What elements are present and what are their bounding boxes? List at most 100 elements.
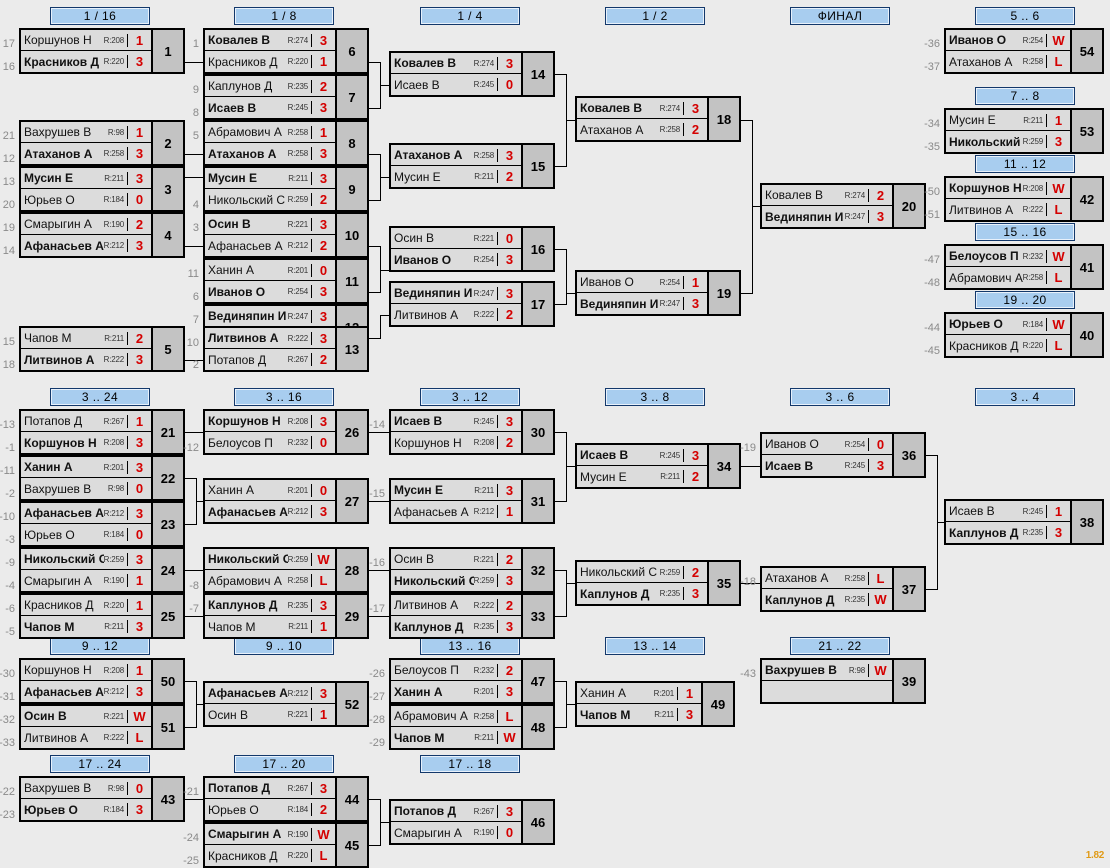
player-row[interactable]: Иванов О R:254 0 xyxy=(762,434,892,455)
match-box[interactable]: Белоусов П R:232 2 Ханин А R:201 3 47 xyxy=(389,658,555,704)
player-row[interactable]: Красников Д R:220 L xyxy=(946,335,1070,356)
match-box[interactable]: Литвинов А R:222 2 Каплунов Д R:235 3 33 xyxy=(389,593,555,639)
player-row[interactable]: Иванов О R:254 3 xyxy=(205,281,335,302)
player-row[interactable]: Иванов О R:254 W xyxy=(946,30,1070,51)
player-row[interactable]: Коршунов Н R:208 2 xyxy=(391,432,521,453)
player-row[interactable]: Каплунов Д R:235 W xyxy=(762,589,892,610)
match-box[interactable]: Коршунов Н R:208 1 Красников Д R:220 3 1 xyxy=(19,28,185,74)
player-row[interactable]: Афанасьев А R:212 2 xyxy=(205,235,335,256)
player-row[interactable]: Чапов М R:211 3 xyxy=(577,704,701,725)
player-row[interactable]: Литвинов А R:222 2 xyxy=(391,304,521,325)
match-box[interactable]: Абрамович А R:258 1 Атаханов А R:258 3 8 xyxy=(203,120,369,166)
match-box[interactable]: Каплунов Д R:235 3 Чапов М R:211 1 29 xyxy=(203,593,369,639)
player-row[interactable]: Атаханов А R:258 3 xyxy=(205,143,335,164)
match-box[interactable]: Юрьев О R:184 W Красников Д R:220 L 40 xyxy=(944,312,1104,358)
player-row[interactable]: Чапов М R:211 3 xyxy=(21,616,151,637)
match-box[interactable]: Осин В R:221 W Литвинов А R:222 L 51 xyxy=(19,704,185,750)
player-row[interactable]: Осин В R:221 1 xyxy=(205,704,335,725)
player-row[interactable]: Вахрушев В R:98 0 xyxy=(21,778,151,799)
player-row[interactable]: Исаев В R:245 1 xyxy=(946,501,1070,522)
match-box[interactable]: Вединяпин И R:247 3 Литвинов А R:222 2 17 xyxy=(389,281,555,327)
match-box[interactable]: Ковалев В R:274 3 Исаев В R:245 0 14 xyxy=(389,51,555,97)
player-row[interactable]: Юрьев О R:184 0 xyxy=(21,524,151,545)
player-row[interactable]: Исаев В R:245 0 xyxy=(391,74,521,95)
player-row[interactable]: Юрьев О R:184 W xyxy=(946,314,1070,335)
player-row[interactable]: Мусин Е R:211 1 xyxy=(946,110,1070,131)
player-row[interactable]: Абрамович А R:258 L xyxy=(205,570,335,591)
match-box[interactable]: Потапов Д R:267 3 Юрьев О R:184 2 44 xyxy=(203,776,369,822)
player-row[interactable]: Ханин А R:201 3 xyxy=(21,457,151,478)
player-row[interactable]: Исаев В R:245 3 xyxy=(205,97,335,118)
player-row[interactable]: Никольский С R:259 2 xyxy=(205,189,335,210)
match-box[interactable]: Абрамович А R:258 L Чапов М R:211 W 48 xyxy=(389,704,555,750)
player-row[interactable]: Афанасьев А R:212 3 xyxy=(21,681,151,702)
player-row[interactable]: Афанасьев А R:212 1 xyxy=(391,501,521,522)
match-box[interactable]: Потапов Д R:267 1 Коршунов Н R:208 3 21 xyxy=(19,409,185,455)
match-box[interactable]: Никольский С R:259 3 Смарыгин А R:190 1 24 xyxy=(19,547,185,593)
player-row[interactable]: Афанасьев А R:212 3 xyxy=(205,683,335,704)
player-row[interactable]: Вахрушев В R:98 1 xyxy=(21,122,151,143)
match-box[interactable]: Ханин А R:201 0 Иванов О R:254 3 11 xyxy=(203,258,369,304)
player-row[interactable]: Вединяпин И R:247 3 xyxy=(391,283,521,304)
match-box[interactable]: Коршунов Н R:208 3 Белоусов П R:232 0 26 xyxy=(203,409,369,455)
match-box[interactable]: Атаханов А R:258 L Каплунов Д R:235 W 37 xyxy=(760,566,926,612)
match-box[interactable]: Осин В R:221 0 Иванов О R:254 3 16 xyxy=(389,226,555,272)
player-row[interactable]: Каплунов Д R:235 3 xyxy=(577,583,707,604)
match-box[interactable]: Афанасьев А R:212 3 Осин В R:221 1 52 xyxy=(203,681,369,727)
match-box[interactable]: Ханин А R:201 3 Вахрушев В R:98 0 22 xyxy=(19,455,185,501)
player-row[interactable]: Исаев В R:245 3 xyxy=(762,455,892,476)
player-row[interactable]: Юрьев О R:184 2 xyxy=(205,799,335,820)
player-row[interactable]: Никольский СR:2593 xyxy=(946,131,1070,152)
match-box[interactable]: Афанасьев А R:212 3 Юрьев О R:184 0 23 xyxy=(19,501,185,547)
player-row[interactable]: Осин В R:221 3 xyxy=(205,214,335,235)
match-box[interactable]: Белоусов П R:232 W Абрамович А R:258 L 41 xyxy=(944,244,1104,290)
player-row[interactable]: Смарыгин А R:190 W xyxy=(205,824,335,845)
player-row[interactable]: Ханин А R:201 1 xyxy=(577,683,701,704)
player-row[interactable]: Каплунов Д R:235 2 xyxy=(205,76,335,97)
match-box[interactable]: Иванов О R:254 1 Вединяпин И R:247 3 19 xyxy=(575,270,741,316)
player-row[interactable]: Коршунов Н R:208 3 xyxy=(205,411,335,432)
player-row[interactable]: Ханин А R:201 0 xyxy=(205,260,335,281)
match-box[interactable]: Ковалев В R:274 2 Вединяпин И R:247 3 20 xyxy=(760,183,926,229)
player-row[interactable]: Мусин Е R:211 3 xyxy=(391,480,521,501)
player-row[interactable]: Белоусов П R:232 2 xyxy=(391,660,521,681)
player-row[interactable]: Смарыгин А R:190 2 xyxy=(21,214,151,235)
match-box[interactable]: Смарыгин А R:190 2 Афанасьев А R:212 3 4 xyxy=(19,212,185,258)
player-row[interactable]: Потапов Д R:267 3 xyxy=(205,778,335,799)
match-box[interactable]: Мусин Е R:211 3 Афанасьев А R:212 1 31 xyxy=(389,478,555,524)
player-row[interactable]: Осин В R:221 W xyxy=(21,706,151,727)
player-row[interactable]: Иванов О R:254 3 xyxy=(391,249,521,270)
player-row[interactable]: Никольский СR:2593 xyxy=(391,570,521,591)
player-row[interactable]: Вединяпин И R:247 3 xyxy=(577,293,707,314)
match-box[interactable]: Осин В R:221 3 Афанасьев А R:212 2 10 xyxy=(203,212,369,258)
player-row[interactable]: Мусин Е R:211 2 xyxy=(391,166,521,187)
player-row[interactable]: Белоусов П R:232 W xyxy=(946,246,1070,267)
player-row[interactable]: Чапов М R:211 2 xyxy=(21,328,151,349)
player-row[interactable]: Осин В R:221 2 xyxy=(391,549,521,570)
match-box[interactable]: Литвинов А R:222 3 Потапов Д R:267 2 13 xyxy=(203,326,369,372)
player-row[interactable]: Потапов Д R:267 2 xyxy=(205,349,335,370)
player-row[interactable]: Коршунов Н R:208 W xyxy=(946,178,1070,199)
player-row[interactable]: Никольский С R:259 W xyxy=(205,549,335,570)
player-row[interactable]: Литвинов А R:222 3 xyxy=(21,349,151,370)
player-row[interactable]: Никольский С R:259 2 xyxy=(577,562,707,583)
player-row[interactable]: Исаев В R:245 3 xyxy=(577,445,707,466)
player-row[interactable]: Афанасьев А R:212 3 xyxy=(205,501,335,522)
match-box[interactable]: Каплунов Д R:235 2 Исаев В R:245 3 7 xyxy=(203,74,369,120)
match-box[interactable]: Исаев В R:245 1 Каплунов Д R:235 3 38 xyxy=(944,499,1104,545)
match-box[interactable]: Ханин А R:201 1 Чапов М R:211 3 49 xyxy=(575,681,735,727)
player-row[interactable]: Литвинов А R:222 3 xyxy=(205,328,335,349)
match-box[interactable]: Никольский С R:259 W Абрамович А R:258 L 28 xyxy=(203,547,369,593)
match-box[interactable]: Коршунов Н R:208 W Литвинов А R:222 L 42 xyxy=(944,176,1104,222)
match-box[interactable]: Осин В R:221 2 Никольский С R:259 3 32 xyxy=(389,547,555,593)
player-row[interactable]: Юрьев О R:184 3 xyxy=(21,799,151,820)
player-row[interactable]: Ханин А R:201 3 xyxy=(391,681,521,702)
player-row[interactable]: Чапов М R:211 1 xyxy=(205,616,335,637)
player-row[interactable]: Белоусов П R:232 0 xyxy=(205,432,335,453)
player-row[interactable]: Атаханов А R:258 3 xyxy=(391,145,521,166)
player-row[interactable]: Вахрушев В R:98 0 xyxy=(21,478,151,499)
player-row[interactable]: Литвинов А R:222 L xyxy=(946,199,1070,220)
player-row[interactable]: Мусин Е R:211 3 xyxy=(205,168,335,189)
player-row[interactable]: Юрьев О R:184 0 xyxy=(21,189,151,210)
player-row[interactable]: Красников Д R:220 1 xyxy=(205,51,335,72)
